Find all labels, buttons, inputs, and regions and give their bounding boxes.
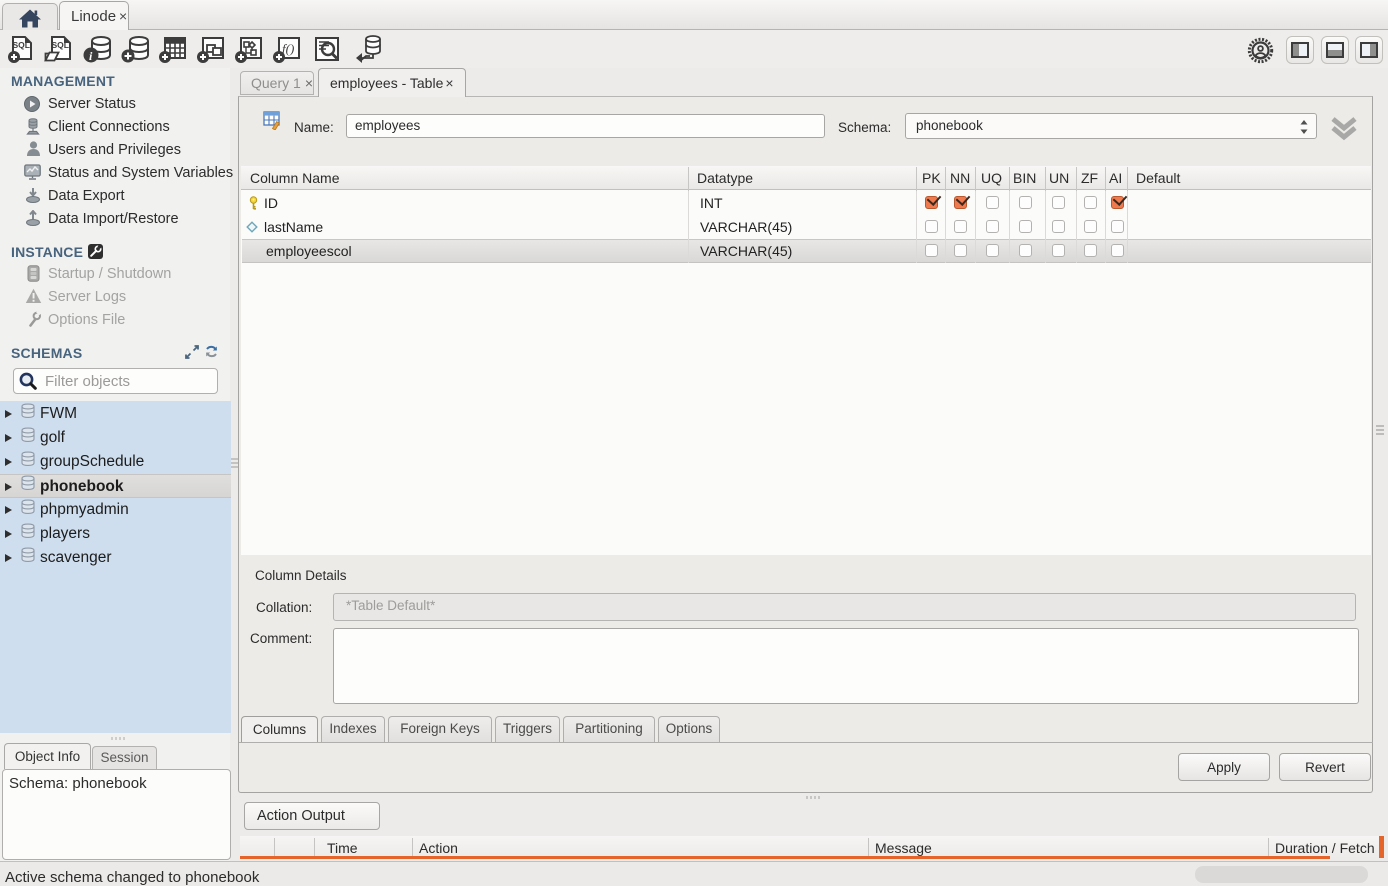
svg-text:SQL: SQL — [13, 40, 30, 50]
svg-text:SQL: SQL — [52, 40, 69, 50]
